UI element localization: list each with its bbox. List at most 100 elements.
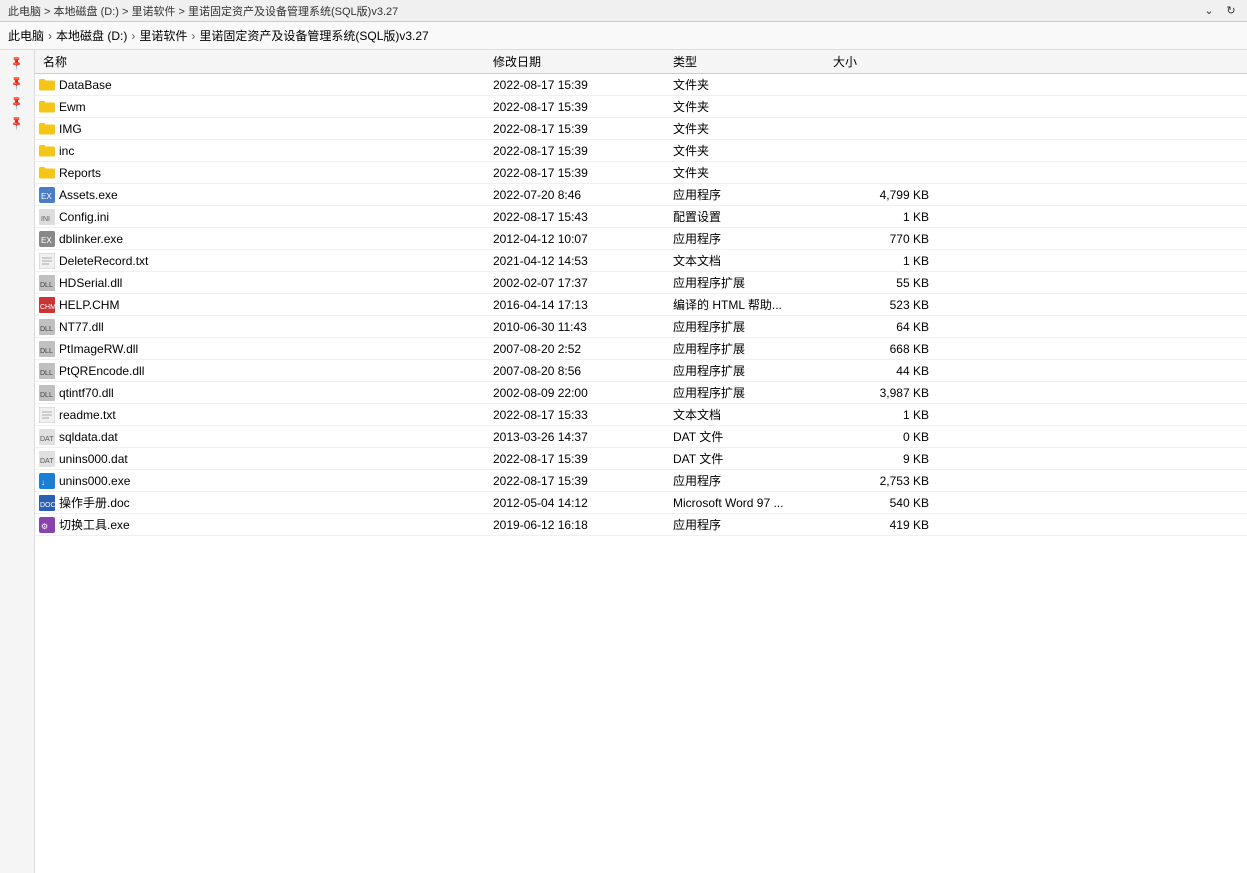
table-row[interactable]: IMG 2022-08-17 15:39 文件夹 — [35, 118, 1247, 140]
table-row[interactable]: Ewm 2022-08-17 15:39 文件夹 — [35, 96, 1247, 118]
file-modified: 2002-02-07 17:37 — [489, 276, 669, 290]
folder-icon — [39, 121, 55, 137]
svg-text:DLL: DLL — [40, 392, 53, 399]
file-size: 1 KB — [829, 210, 949, 224]
file-type: 文本文档 — [669, 252, 829, 269]
svg-text:↓: ↓ — [41, 478, 45, 487]
folder-icon — [39, 165, 55, 181]
breadcrumb-part-0[interactable]: 此电脑 — [8, 27, 44, 44]
file-size: 3,987 KB — [829, 386, 949, 400]
file-modified: 2022-08-17 15:39 — [489, 452, 669, 466]
file-list-container[interactable]: 名称 修改日期 类型 大小 DataBase 2022-08-17 15:39 … — [35, 50, 1247, 873]
table-row[interactable]: readme.txt 2022-08-17 15:33 文本文档 1 KB — [35, 404, 1247, 426]
table-row[interactable]: DataBase 2022-08-17 15:39 文件夹 — [35, 74, 1247, 96]
file-size: 2,753 KB — [829, 474, 949, 488]
file-size: 523 KB — [829, 298, 949, 312]
pin-3[interactable]: 📌 — [4, 110, 29, 135]
file-type: 应用程序 — [669, 472, 829, 489]
file-type: 文件夹 — [669, 142, 829, 159]
table-row[interactable]: DeleteRecord.txt 2021-04-12 14:53 文本文档 1… — [35, 250, 1247, 272]
table-row[interactable]: DLL HDSerial.dll 2002-02-07 17:37 应用程序扩展… — [35, 272, 1247, 294]
file-size: 419 KB — [829, 518, 949, 532]
table-row[interactable]: DLL NT77.dll 2010-06-30 11:43 应用程序扩展 64 … — [35, 316, 1247, 338]
file-name-cell: CHM HELP.CHM — [39, 297, 489, 313]
tool-icon: ⚙ — [39, 517, 55, 533]
table-row[interactable]: DLL PtImageRW.dll 2007-08-20 2:52 应用程序扩展… — [35, 338, 1247, 360]
file-type: 应用程序 — [669, 230, 829, 247]
file-modified: 2007-08-20 2:52 — [489, 342, 669, 356]
file-name: PtImageRW.dll — [59, 342, 138, 356]
file-type: 应用程序扩展 — [669, 274, 829, 291]
file-size: 668 KB — [829, 342, 949, 356]
breadcrumb-part-2[interactable]: 里诺软件 — [139, 27, 187, 44]
svg-text:EX: EX — [41, 236, 52, 245]
svg-text:DAT: DAT — [40, 458, 54, 465]
table-row[interactable]: DLL qtintf70.dll 2002-08-09 22:00 应用程序扩展… — [35, 382, 1247, 404]
table-row[interactable]: CHM HELP.CHM 2016-04-14 17:13 编译的 HTML 帮… — [35, 294, 1247, 316]
file-name-cell: inc — [39, 143, 489, 159]
titlebar-path: 此电脑 > 本地磁盘 (D:) > 里诺软件 > 里诺固定资产及设备管理系统(S… — [8, 3, 398, 19]
file-name: HDSerial.dll — [59, 276, 122, 290]
col-size[interactable]: 大小 — [829, 53, 949, 70]
file-modified: 2022-08-17 15:43 — [489, 210, 669, 224]
file-name-cell: DAT sqldata.dat — [39, 429, 489, 445]
file-name-cell: ↓ unins000.exe — [39, 473, 489, 489]
file-type: 编译的 HTML 帮助... — [669, 296, 829, 313]
dropdown-btn[interactable]: ⌄ — [1201, 3, 1217, 19]
dll-icon: DLL — [39, 275, 55, 291]
file-explorer-window: 此电脑 > 本地磁盘 (D:) > 里诺软件 > 里诺固定资产及设备管理系统(S… — [0, 0, 1247, 873]
file-name: HELP.CHM — [59, 298, 119, 312]
exe2-icon: EX — [39, 231, 55, 247]
col-name[interactable]: 名称 — [39, 53, 489, 70]
table-row[interactable]: DLL PtQREncode.dll 2007-08-20 8:56 应用程序扩… — [35, 360, 1247, 382]
file-size: 1 KB — [829, 408, 949, 422]
txt-icon — [39, 407, 55, 423]
table-row[interactable]: DAT unins000.dat 2022-08-17 15:39 DAT 文件… — [35, 448, 1247, 470]
file-name-cell: Reports — [39, 165, 489, 181]
folder-icon — [39, 99, 55, 115]
svg-text:⚙: ⚙ — [41, 522, 48, 531]
refresh-btn[interactable]: ↻ — [1223, 3, 1239, 19]
table-row[interactable]: ↓ unins000.exe 2022-08-17 15:39 应用程序 2,7… — [35, 470, 1247, 492]
table-row[interactable]: Reports 2022-08-17 15:39 文件夹 — [35, 162, 1247, 184]
file-modified: 2022-08-17 15:39 — [489, 100, 669, 114]
file-name: dblinker.exe — [59, 232, 123, 246]
col-type[interactable]: 类型 — [669, 53, 829, 70]
table-row[interactable]: EX Assets.exe 2022-07-20 8:46 应用程序 4,799… — [35, 184, 1247, 206]
file-name: Assets.exe — [59, 188, 118, 202]
file-modified: 2022-08-17 15:33 — [489, 408, 669, 422]
breadcrumb-part-3[interactable]: 里诺固定资产及设备管理系统(SQL版)v3.27 — [199, 27, 428, 44]
file-modified: 2022-08-17 15:39 — [489, 166, 669, 180]
titlebar: 此电脑 > 本地磁盘 (D:) > 里诺软件 > 里诺固定资产及设备管理系统(S… — [0, 0, 1247, 22]
file-name-cell: DLL HDSerial.dll — [39, 275, 489, 291]
table-row[interactable]: DOC 操作手册.doc 2012-05-04 14:12 Microsoft … — [35, 492, 1247, 514]
file-type: 应用程序扩展 — [669, 362, 829, 379]
file-type: 应用程序扩展 — [669, 318, 829, 335]
file-type: 应用程序 — [669, 516, 829, 533]
file-name: NT77.dll — [59, 320, 104, 334]
file-modified: 2021-04-12 14:53 — [489, 254, 669, 268]
sep-0: › — [48, 29, 52, 43]
file-name: IMG — [59, 122, 82, 136]
table-row[interactable]: ⚙ 切换工具.exe 2019-06-12 16:18 应用程序 419 KB — [35, 514, 1247, 536]
exe-icon: EX — [39, 187, 55, 203]
file-name: qtintf70.dll — [59, 386, 114, 400]
table-row[interactable]: DAT sqldata.dat 2013-03-26 14:37 DAT 文件 … — [35, 426, 1247, 448]
table-row[interactable]: inc 2022-08-17 15:39 文件夹 — [35, 140, 1247, 162]
breadcrumb-part-1[interactable]: 本地磁盘 (D:) — [56, 27, 127, 44]
file-size: 44 KB — [829, 364, 949, 378]
file-modified: 2010-06-30 11:43 — [489, 320, 669, 334]
file-name: Config.ini — [59, 210, 109, 224]
file-name-cell: DLL PtImageRW.dll — [39, 341, 489, 357]
svg-text:DLL: DLL — [40, 326, 53, 333]
table-row[interactable]: INI Config.ini 2022-08-17 15:43 配置设置 1 K… — [35, 206, 1247, 228]
file-name: DataBase — [59, 78, 112, 92]
file-name-cell: DOC 操作手册.doc — [39, 494, 489, 511]
txt-icon — [39, 253, 55, 269]
dll-icon: DLL — [39, 341, 55, 357]
col-modified[interactable]: 修改日期 — [489, 53, 669, 70]
table-row[interactable]: EX dblinker.exe 2012-04-12 10:07 应用程序 77… — [35, 228, 1247, 250]
file-size: 9 KB — [829, 452, 949, 466]
file-size: 64 KB — [829, 320, 949, 334]
file-modified: 2022-07-20 8:46 — [489, 188, 669, 202]
